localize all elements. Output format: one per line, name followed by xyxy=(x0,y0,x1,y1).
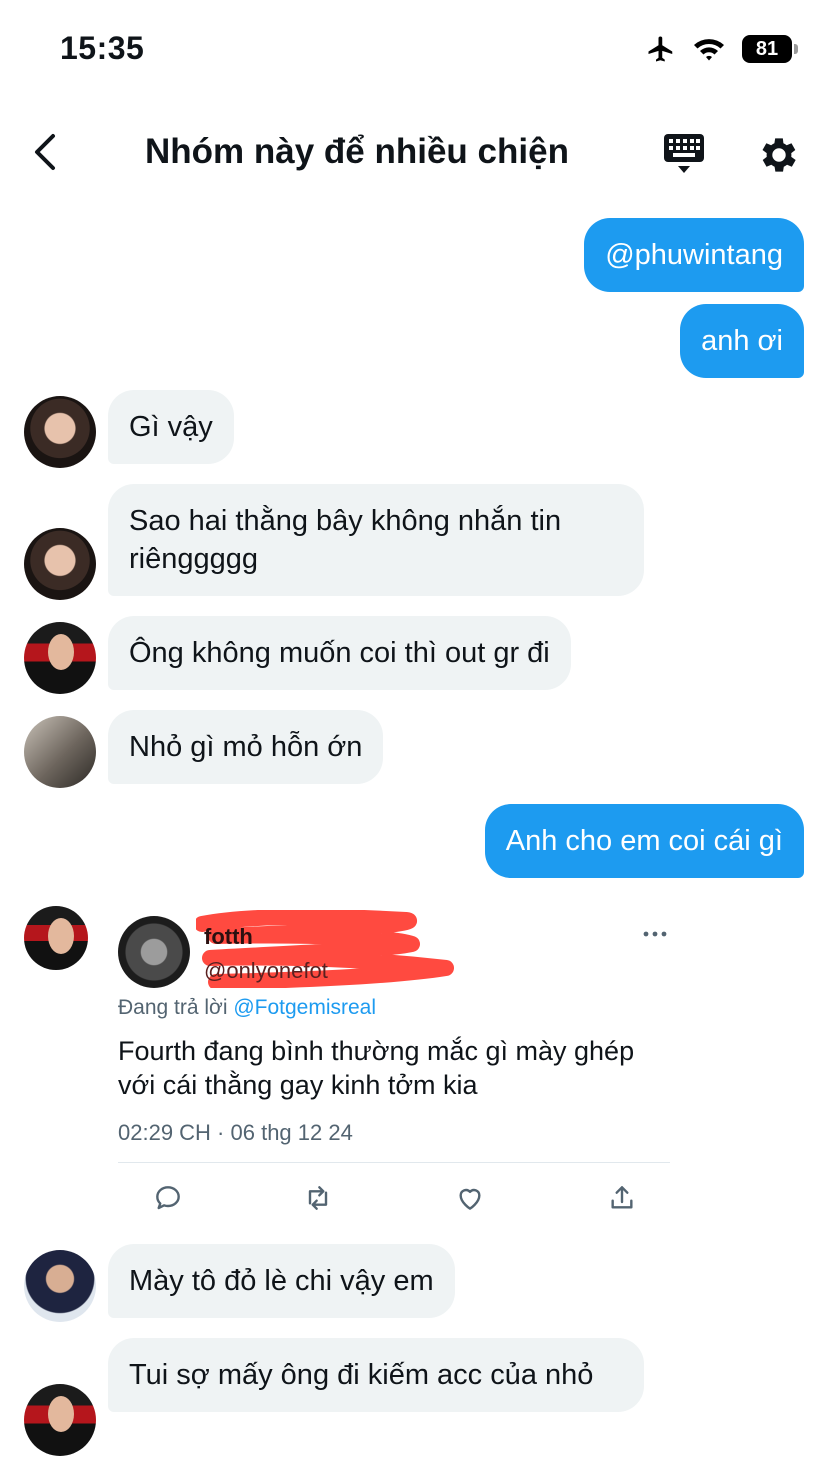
tweet-author-handle[interactable]: @onlyonefot xyxy=(204,958,328,984)
message-bubble-outgoing[interactable]: anh ơi xyxy=(680,304,804,378)
divider xyxy=(118,1162,670,1163)
back-button[interactable] xyxy=(26,130,66,174)
status-bar: 15:35 81 xyxy=(0,0,828,100)
share-icon xyxy=(611,1186,633,1209)
status-icons: 81 xyxy=(646,34,798,64)
wifi-icon xyxy=(692,36,726,62)
sender-avatar[interactable] xyxy=(24,528,96,600)
back-icon xyxy=(35,134,55,170)
keyboard-icon xyxy=(664,134,704,173)
message-bubble-incoming[interactable]: Tui sợ mấy ông đi kiếm acc của nhỏ xyxy=(108,1338,644,1412)
tweet-text: Fourth đang bình thường mắc gì mày ghép … xyxy=(118,1036,635,1100)
battery-icon: 81 xyxy=(742,35,798,63)
tweet-timestamp: 02:29 CH · 06 thg 12 24 xyxy=(118,1120,353,1145)
sender-avatar[interactable] xyxy=(24,396,96,468)
like-button[interactable] xyxy=(454,1182,486,1214)
sender-avatar[interactable] xyxy=(24,1384,96,1456)
sender-avatar[interactable] xyxy=(24,906,88,970)
status-time: 15:35 xyxy=(60,30,145,66)
message-bubble-incoming[interactable]: Sao hai thằng bây không nhắn tin riênggg… xyxy=(108,484,644,596)
tweet-author-avatar[interactable] xyxy=(118,916,190,988)
keyboard-button[interactable] xyxy=(660,132,708,176)
tweet-author-name[interactable]: fotth xyxy=(204,924,253,950)
like-icon xyxy=(459,1188,481,1210)
retweet-icon xyxy=(308,1186,328,1210)
conversation-title[interactable]: Nhóm này để nhiều chiện xyxy=(145,132,569,172)
sender-avatar[interactable] xyxy=(24,716,96,788)
message-bubble-incoming[interactable]: Mày tô đỏ lè chi vậy em xyxy=(108,1244,455,1318)
conversation-header: Nhóm này để nhiều chiện xyxy=(0,110,828,196)
reply-mention-link[interactable]: @Fotgemisreal xyxy=(233,996,376,1019)
sender-avatar[interactable] xyxy=(24,1250,96,1322)
message-bubble-incoming[interactable]: Nhỏ gì mỏ hỗn ớn xyxy=(108,710,384,784)
dm-conversation-screen: 15:35 81 Nhóm này để nhiều chiện @phuwin… xyxy=(0,0,828,1466)
reply-context: Đang trả lời @Fotgemisreal xyxy=(118,996,376,1020)
settings-button[interactable] xyxy=(756,132,802,178)
airplane-icon xyxy=(646,34,676,64)
message-bubble-outgoing[interactable]: @phuwintang xyxy=(584,218,804,292)
more-icon xyxy=(643,931,667,937)
reply-button[interactable] xyxy=(152,1182,184,1214)
gear-icon xyxy=(762,138,796,172)
message-bubble-outgoing[interactable]: Anh cho em coi cái gì xyxy=(484,804,804,878)
share-button[interactable] xyxy=(606,1182,638,1214)
sender-avatar[interactable] xyxy=(24,622,96,694)
message-bubble-incoming[interactable]: Gì vậy xyxy=(108,390,234,464)
reply-prefix: Đang trả lời xyxy=(118,996,234,1019)
message-bubble-incoming[interactable]: Ông không muốn coi thì out gr đi xyxy=(108,616,571,690)
reply-icon xyxy=(156,1186,180,1210)
retweet-button[interactable] xyxy=(302,1182,334,1214)
battery-level: 81 xyxy=(755,37,779,60)
more-button[interactable] xyxy=(642,928,668,940)
